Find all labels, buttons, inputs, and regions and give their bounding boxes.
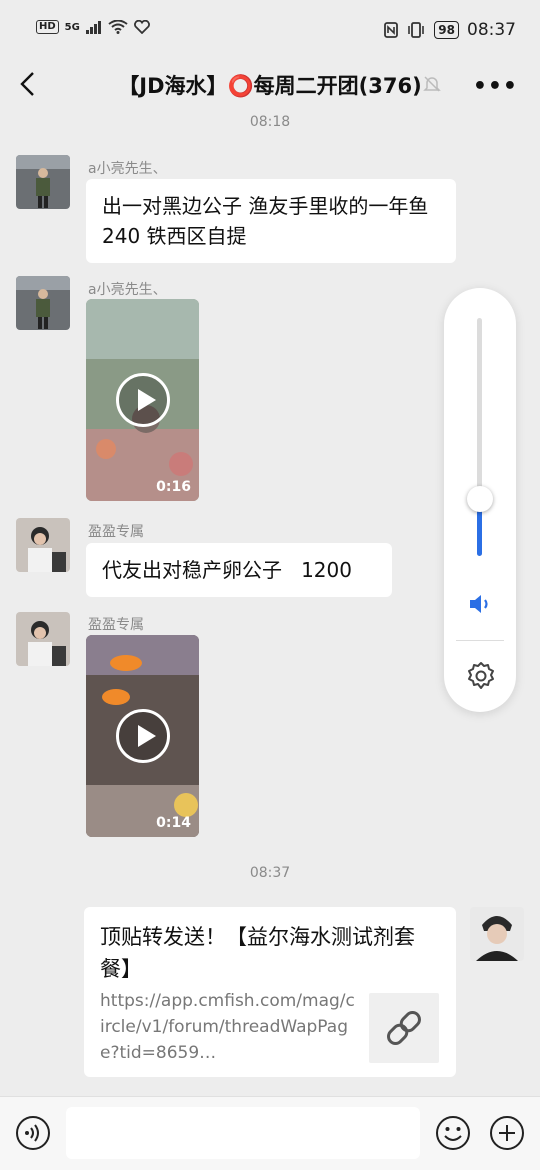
mute-bell-icon xyxy=(423,76,441,92)
message-text: 代友出对稳产卵公子 1200 xyxy=(102,558,352,582)
video-duration: 0:14 xyxy=(156,815,191,831)
avatar[interactable] xyxy=(16,155,70,209)
message-bubble[interactable]: 代友出对稳产卵公子 1200 xyxy=(86,543,392,597)
video-message[interactable]: 0:16 xyxy=(86,299,199,501)
volume-panel xyxy=(444,288,516,712)
play-icon[interactable] xyxy=(116,709,170,763)
voice-icon[interactable] xyxy=(15,1115,51,1151)
input-bar xyxy=(0,1096,540,1170)
status-bar: HD 5G 98 08:37 xyxy=(0,0,540,62)
sender-name: 盈盈专属 xyxy=(88,617,144,633)
avatar[interactable] xyxy=(16,276,70,330)
link-thumbnail xyxy=(369,993,439,1063)
status-right: 98 08:37 xyxy=(384,20,516,40)
nfc-icon xyxy=(384,22,399,38)
self-avatar[interactable] xyxy=(470,907,524,961)
sender-name: a小亮先生、 xyxy=(88,282,167,298)
volume-divider xyxy=(456,640,504,641)
vibrate-icon xyxy=(408,22,425,38)
battery-level: 98 xyxy=(438,23,455,37)
message-text: 出一对黑边公子 渔友手里收的一年鱼 240 铁西区自提 xyxy=(102,194,429,248)
timestamp: 08:37 xyxy=(249,865,291,881)
settings-gear-icon[interactable] xyxy=(465,660,497,692)
sender-name: 盈盈专属 xyxy=(88,524,144,540)
link-title: 顶贴转发送！【益尔海水测试剂套餐】 xyxy=(100,925,415,981)
message-input[interactable] xyxy=(66,1107,420,1159)
more-icon[interactable]: ••• xyxy=(473,74,518,99)
wifi-icon xyxy=(108,20,128,34)
heart-rate-icon xyxy=(133,20,150,34)
hd-indicator: HD xyxy=(36,20,59,34)
play-icon[interactable] xyxy=(116,373,170,427)
volume-slider-track[interactable] xyxy=(477,318,482,556)
sender-name: a小亮先生、 xyxy=(88,161,167,177)
avatar[interactable] xyxy=(16,518,70,572)
speaker-icon[interactable] xyxy=(468,592,494,616)
avatar[interactable] xyxy=(16,612,70,666)
emoji-icon[interactable] xyxy=(435,1115,471,1151)
volume-slider-handle[interactable] xyxy=(467,485,493,512)
message-bubble[interactable]: 出一对黑边公子 渔友手里收的一年鱼 240 铁西区自提 xyxy=(86,179,456,263)
chat-header: 【JD海水】⭕每周二开团(376) ••• xyxy=(0,62,540,106)
battery-indicator: 98 xyxy=(434,21,459,39)
video-duration: 0:16 xyxy=(156,479,191,495)
link-card[interactable]: 顶贴转发送！【益尔海水测试剂套餐】 https://app.cmfish.com… xyxy=(84,907,456,1077)
link-icon xyxy=(387,1011,421,1045)
back-icon[interactable] xyxy=(16,70,40,98)
video-message[interactable]: 0:14 xyxy=(86,635,199,837)
status-time: 08:37 xyxy=(467,20,516,40)
add-icon[interactable] xyxy=(489,1115,525,1151)
signal-icon xyxy=(85,21,101,34)
network-type: 5G xyxy=(64,21,80,33)
timestamp: 08:18 xyxy=(249,114,291,130)
link-url: https://app.cmfish.com/mag/circle/v1/for… xyxy=(100,991,355,1063)
chat-title: 【JD海水】⭕每周二开团(376) xyxy=(118,74,422,98)
status-left: HD 5G xyxy=(36,20,150,34)
